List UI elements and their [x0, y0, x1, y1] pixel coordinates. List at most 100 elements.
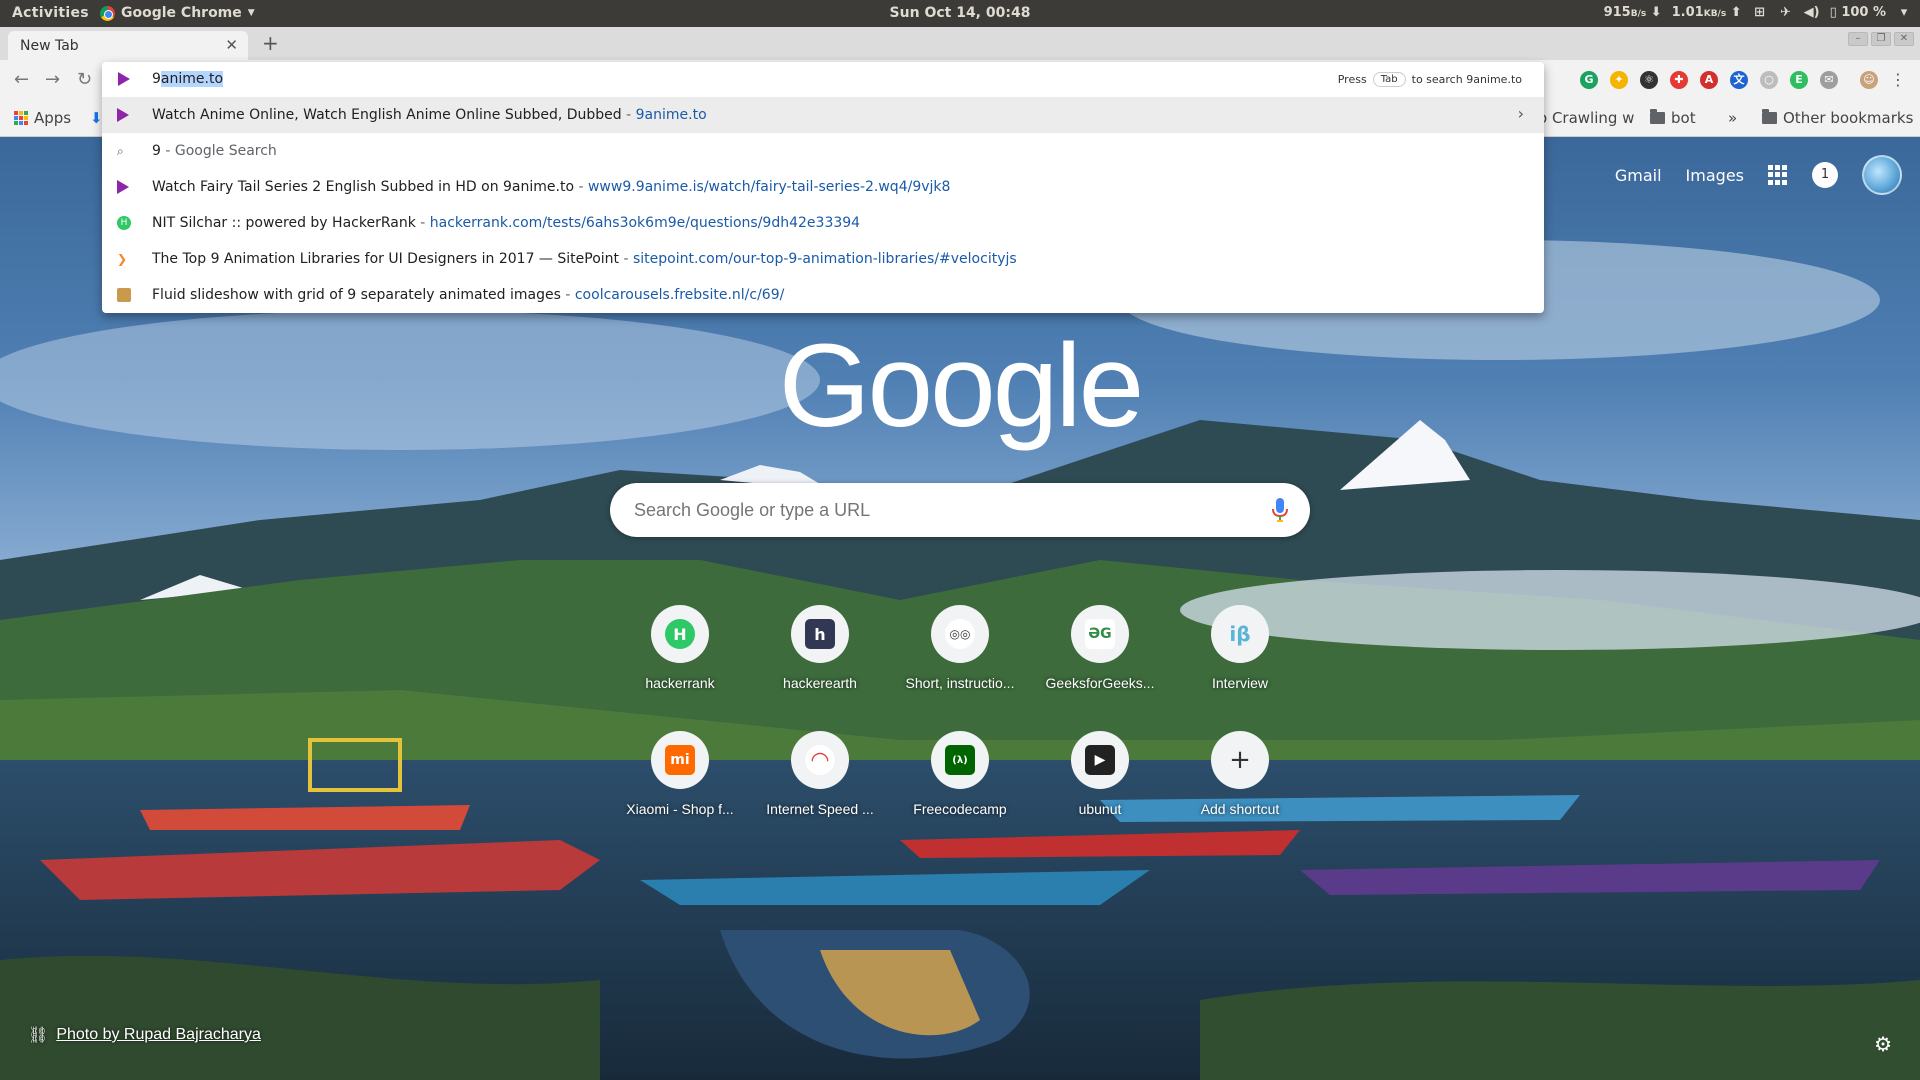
photo-credit-link[interactable]: ⛓ Photo by Rupad Bajracharya — [28, 1025, 261, 1045]
shortcut-tile[interactable]: H hackerrank — [610, 605, 750, 691]
menu-dots-icon[interactable]: ⋮ — [1890, 70, 1906, 89]
power-menu-icon[interactable]: ▾ — [1896, 5, 1912, 20]
evernote-extension-icon[interactable]: E — [1790, 70, 1808, 89]
suggestion-item[interactable]: Watch Fairy Tail Series 2 English Subbed… — [102, 169, 1544, 205]
shortcut-tile[interactable]: iβ Interview — [1170, 605, 1310, 691]
suggestion-item[interactable]: H NIT Silchar :: powered by HackerRank -… — [102, 205, 1544, 241]
gear-icon[interactable]: ⚙ — [1874, 1032, 1892, 1056]
bookmarks-overflow-button[interactable]: » — [1728, 109, 1737, 127]
suggestion-separator: - — [415, 215, 430, 231]
carousel-icon — [117, 288, 131, 302]
suggestion-url: hackerrank.com/tests/6ahs3ok6m9e/questio… — [429, 215, 861, 231]
shortcut-label: Freecodecamp — [913, 801, 1007, 817]
translate-extension-icon[interactable]: 文 — [1730, 70, 1748, 89]
hint-suffix: to search 9anime.to — [1411, 73, 1522, 86]
forward-arrow-icon[interactable]: → — [45, 69, 60, 90]
google-logo: Google — [778, 320, 1145, 452]
shortcut-icon-circle: iβ — [1211, 605, 1269, 663]
back-arrow-icon[interactable]: ← — [14, 69, 29, 90]
battery-level: 100 % — [1841, 5, 1886, 20]
new-tab-button[interactable]: + — [262, 31, 279, 55]
grammarly-extension-icon[interactable]: G — [1580, 70, 1598, 89]
shortcut-tile[interactable]: ▶ ubunut — [1030, 731, 1170, 817]
suggestion-item[interactable]: Watch Anime Online, Watch English Anime … — [102, 97, 1544, 133]
terminal-icon: ▶ — [1085, 745, 1115, 775]
reload-icon[interactable]: ↻ — [77, 69, 92, 90]
suggestion-title: Fluid slideshow with grid of 9 separatel… — [152, 287, 561, 303]
suggestion-item[interactable]: Fluid slideshow with grid of 9 separatel… — [102, 277, 1544, 313]
images-link[interactable]: Images — [1686, 166, 1744, 185]
bookmark-crawling-label: o Crawling w — [1538, 109, 1635, 127]
add-shortcut-tile[interactable]: + Add shortcut — [1170, 731, 1310, 817]
shortcut-label: Add shortcut — [1200, 801, 1280, 817]
net-down-unit: B/s — [1630, 9, 1647, 19]
suggestion-title: NIT Silchar :: powered by HackerRank — [152, 215, 416, 231]
react-extension-icon[interactable]: ⚛ — [1640, 70, 1658, 89]
hint-tab-key: Tab — [1372, 72, 1406, 87]
shortcut-icon-circle: ◠ — [791, 731, 849, 789]
bookmark-folder-bot[interactable]: bot — [1650, 109, 1696, 127]
play-icon — [118, 72, 130, 86]
suggestion-separator: - — [574, 179, 588, 195]
extensions-row: G ✦ ⚛ ✚ A 文 ○ E ✉ ☺ ⋮ — [1580, 70, 1906, 89]
shortcut-tile[interactable]: mi Xiaomi - Shop f... — [610, 731, 750, 817]
disabled-extension-icon[interactable]: ○ — [1760, 70, 1778, 89]
minimize-button[interactable]: – — [1848, 32, 1868, 46]
close-tab-icon[interactable]: ✕ — [225, 36, 238, 54]
tab-to-search-hint: Press Tab to search 9anime.to — [1338, 72, 1522, 87]
search-box[interactable] — [610, 483, 1310, 537]
microphone-icon[interactable] — [1272, 498, 1288, 526]
shortcut-tile[interactable]: ƏG GeeksforGeeks... — [1030, 605, 1170, 691]
hackerrank-icon: H — [117, 216, 131, 230]
shortcut-tile[interactable]: ◠ Internet Speed ... — [750, 731, 890, 817]
search-input[interactable] — [634, 483, 1234, 537]
inbox-extension-icon[interactable]: ✉ — [1820, 70, 1838, 89]
tab-title: New Tab — [20, 38, 79, 54]
adblock-extension-icon[interactable]: A — [1700, 70, 1718, 89]
bulb-extension-icon[interactable]: ✦ — [1610, 70, 1628, 89]
suggestion-item[interactable]: ❯ The Top 9 Animation Libraries for UI D… — [102, 241, 1544, 277]
close-window-button[interactable]: ✕ — [1894, 32, 1914, 46]
activities-button[interactable]: Activities — [12, 5, 89, 21]
bookmark-apps[interactable]: Apps — [14, 109, 71, 127]
colorzilla-extension-icon[interactable]: ✚ — [1670, 70, 1688, 89]
shortcut-icon-circle: + — [1211, 731, 1269, 789]
battery-indicator[interactable]: ▯ 100 % — [1830, 5, 1886, 20]
google-apps-icon[interactable] — [1768, 165, 1788, 185]
airplane-icon[interactable]: ✈ — [1778, 5, 1794, 20]
net-up-indicator: 1.01KB/s ⬆ — [1671, 5, 1742, 20]
profile-avatar-icon[interactable]: ☺ — [1860, 70, 1878, 89]
bookmark-crawling[interactable]: o Crawling w — [1538, 109, 1634, 127]
app-menu[interactable]: Google Chrome ▼ — [100, 5, 255, 21]
suggestion-item[interactable]: ⌕ 9 - Google Search — [102, 133, 1544, 169]
photo-credit-text: Photo by Rupad Bajracharya — [56, 1026, 261, 1043]
notifications-badge[interactable]: 1 — [1812, 162, 1838, 188]
restore-button[interactable]: ❐ — [1871, 32, 1891, 46]
shortcut-label: ubunut — [1078, 801, 1122, 817]
shortcut-tile[interactable]: h hackerearth — [750, 605, 890, 691]
volume-icon[interactable]: ◀) — [1804, 5, 1820, 20]
account-avatar[interactable] — [1862, 155, 1902, 195]
tab-new-tab[interactable]: New Tab ✕ — [8, 31, 248, 60]
system-top-bar: Activities Google Chrome ▼ Sun Oct 14, 0… — [0, 0, 1920, 27]
shortcut-tile[interactable]: ◎◎ Short, instructio... — [890, 605, 1030, 691]
shortcut-tile[interactable]: (λ) Freecodecamp — [890, 731, 1030, 817]
bookmark-bot-label: bot — [1671, 109, 1696, 127]
plus-icon: + — [1229, 745, 1251, 775]
bookmark-folder-other[interactable]: Other bookmarks — [1762, 109, 1913, 127]
bookmark-apps-label: Apps — [34, 109, 72, 127]
download-bookmark-icon[interactable]: ⬇ — [90, 109, 103, 127]
address-bar-text[interactable]: 9anime.to — [152, 71, 224, 87]
other-bookmarks-label: Other bookmarks — [1783, 109, 1914, 127]
shortcut-label: hackerearth — [783, 675, 857, 691]
address-bar-input[interactable]: 9anime.to Press Tab to search 9anime.to — [102, 62, 1544, 97]
battery-icon: ▯ — [1829, 5, 1837, 20]
shortcut-icon-circle: mi — [651, 731, 709, 789]
gmail-link[interactable]: Gmail — [1615, 166, 1662, 185]
suggestion-separator: - — [619, 251, 633, 267]
link-icon: ⛓ — [28, 1027, 49, 1044]
omnibox-dropdown: 9anime.to Press Tab to search 9anime.to … — [102, 62, 1544, 313]
shortcut-icon-circle: ◎◎ — [931, 605, 989, 663]
chevron-right-icon[interactable]: › — [1518, 104, 1524, 123]
network-icon[interactable]: ⊞ — [1752, 5, 1768, 20]
